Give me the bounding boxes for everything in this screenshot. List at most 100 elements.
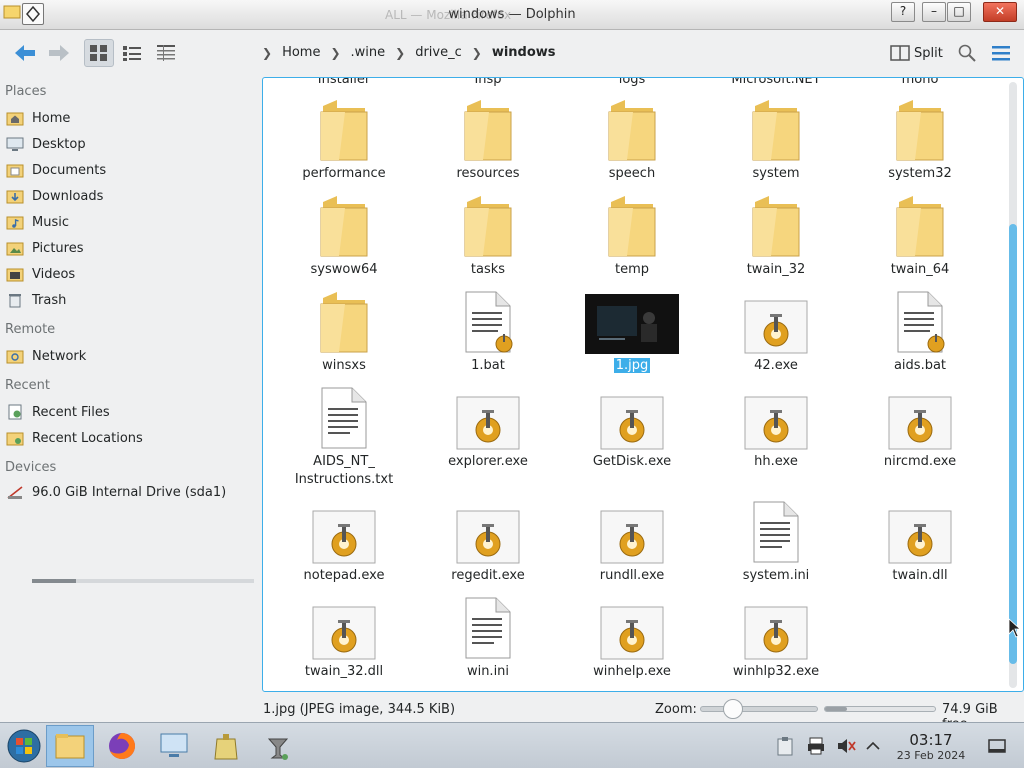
title-bar[interactable]: ALL — Mozilla Firefox windows — Dolphin … xyxy=(0,0,1024,30)
breadcrumb-wine[interactable]: .wine xyxy=(347,45,390,60)
volume-muted-icon[interactable] xyxy=(835,735,857,757)
show-desktop-icon[interactable] xyxy=(986,735,1008,757)
sidebar-item-recent-files[interactable]: Recent Files xyxy=(6,401,110,423)
taskbar-dolphin[interactable] xyxy=(46,725,94,767)
minimize-button[interactable]: – xyxy=(922,2,946,22)
taskbar-system-settings[interactable] xyxy=(150,725,198,767)
breadcrumb-drive-c[interactable]: drive_c xyxy=(411,45,466,60)
sidebar-item-recent-locations[interactable]: Recent Locations xyxy=(6,427,143,449)
cut-off-item-label[interactable]: Insp xyxy=(423,78,553,87)
search-button[interactable] xyxy=(952,39,982,67)
folder-item[interactable]: performance xyxy=(279,96,409,183)
icons-view-button[interactable] xyxy=(84,39,114,67)
folder-item[interactable]: temp xyxy=(567,192,697,279)
file-item[interactable]: regedit.exe xyxy=(423,498,553,585)
chevron-right-icon[interactable]: ❯ xyxy=(472,46,482,60)
vertical-scrollbar[interactable] xyxy=(1009,82,1017,688)
item-icon xyxy=(711,498,841,564)
file-item[interactable]: win.ini xyxy=(423,594,553,681)
maximize-button[interactable]: □ xyxy=(947,2,971,22)
clipboard-tray-icon[interactable] xyxy=(774,735,796,757)
file-item[interactable]: 1.bat xyxy=(423,288,553,375)
file-item[interactable]: explorer.exe xyxy=(423,384,553,471)
tray-expand-chevron-up-icon[interactable] xyxy=(862,735,884,757)
sidebar-item-videos[interactable]: Videos xyxy=(6,263,75,285)
executable-gear-icon xyxy=(312,606,376,660)
file-item[interactable]: hh.exe xyxy=(711,384,841,471)
cut-off-item-label[interactable]: Installer xyxy=(279,78,409,87)
music-folder-icon xyxy=(6,213,24,231)
sidebar-item-trash[interactable]: Trash xyxy=(6,289,66,311)
folder-item[interactable]: speech xyxy=(567,96,697,183)
file-manager-icon xyxy=(55,734,85,759)
file-item[interactable]: rundll.exe xyxy=(567,498,697,585)
cut-off-item-label[interactable]: mono xyxy=(855,78,985,87)
item-icon xyxy=(567,96,697,162)
printer-tray-icon[interactable] xyxy=(805,735,827,757)
help-button[interactable]: ? xyxy=(891,2,915,22)
file-item[interactable]: GetDisk.exe xyxy=(567,384,697,471)
file-item[interactable]: AIDS_NT_ Instructions.txt xyxy=(279,384,409,489)
file-item[interactable]: aids.bat xyxy=(855,288,985,375)
item-icon xyxy=(855,96,985,162)
file-item[interactable]: notepad.exe xyxy=(279,498,409,585)
chevron-right-icon[interactable]: ❯ xyxy=(395,46,405,60)
chevron-right-icon[interactable]: ❯ xyxy=(262,46,272,60)
sidebar-item-desktop[interactable]: Desktop xyxy=(6,133,86,155)
zoom-slider-handle[interactable] xyxy=(723,699,744,719)
file-view[interactable]: Installer Insp logs Microsoft.NET mono perfo… xyxy=(262,77,1024,692)
taskbar-wine[interactable] xyxy=(254,725,302,767)
compact-view-button[interactable] xyxy=(117,39,147,67)
sidebar-item-pictures[interactable]: Pictures xyxy=(6,237,83,259)
breadcrumb-home[interactable]: Home xyxy=(278,45,324,60)
folder-item[interactable]: system32 xyxy=(855,96,985,183)
folder-item[interactable]: resources xyxy=(423,96,553,183)
item-label: winsxs xyxy=(279,357,409,375)
clock[interactable]: 03:17 23 Feb 2024 xyxy=(886,732,976,763)
breadcrumb-windows[interactable]: windows xyxy=(488,45,560,60)
sidebar-item-network[interactable]: Network xyxy=(6,345,86,367)
folder-item[interactable]: twain_32 xyxy=(711,192,841,279)
item-name: regedit.exe xyxy=(451,568,525,583)
taskbar-firefox[interactable] xyxy=(98,725,146,767)
forward-button[interactable] xyxy=(44,39,74,67)
start-menu-button[interactable] xyxy=(0,725,48,767)
file-item[interactable]: winhelp.exe xyxy=(567,594,697,681)
executable-gear-icon xyxy=(456,510,520,564)
folder-item[interactable]: tasks xyxy=(423,192,553,279)
file-item[interactable]: system.ini xyxy=(711,498,841,585)
folder-item[interactable]: winsxs xyxy=(279,288,409,375)
file-item[interactable]: twain_32.dll xyxy=(279,594,409,681)
folder-icon xyxy=(752,196,800,257)
item-icon xyxy=(423,594,553,660)
file-item[interactable]: 1.jpg xyxy=(567,288,697,375)
folder-item[interactable]: syswow64 xyxy=(279,192,409,279)
zoom-slider[interactable] xyxy=(700,706,818,712)
chevron-right-icon[interactable]: ❯ xyxy=(330,46,340,60)
split-label: Split xyxy=(914,45,943,61)
sidebar-item-documents[interactable]: Documents xyxy=(6,159,106,181)
details-view-button[interactable] xyxy=(151,39,181,67)
folder-item[interactable]: twain_64 xyxy=(855,192,985,279)
hamburger-menu-icon xyxy=(992,46,1010,61)
menu-button[interactable] xyxy=(986,39,1016,67)
close-button[interactable]: ✕ xyxy=(983,2,1017,22)
taskbar-archive[interactable] xyxy=(202,725,250,767)
file-item[interactable]: 42.exe xyxy=(711,288,841,375)
sidebar-item-home[interactable]: Home xyxy=(6,107,70,129)
scrollbar-thumb[interactable] xyxy=(1009,224,1017,664)
back-button[interactable] xyxy=(10,39,40,67)
item-name: win.ini xyxy=(466,664,510,679)
devices-heading: Devices xyxy=(5,460,57,475)
file-item[interactable]: twain.dll xyxy=(855,498,985,585)
item-label: tasks xyxy=(423,261,553,279)
sidebar-item-music[interactable]: Music xyxy=(6,211,69,233)
sidebar-item-internal-drive[interactable]: 96.0 GiB Internal Drive (sda1) xyxy=(6,481,226,503)
cut-off-item-label[interactable]: Microsoft.NET xyxy=(711,78,841,87)
cut-off-item-label[interactable]: logs xyxy=(567,78,697,87)
sidebar-item-downloads[interactable]: Downloads xyxy=(6,185,103,207)
folder-item[interactable]: system xyxy=(711,96,841,183)
file-item[interactable]: nircmd.exe xyxy=(855,384,985,471)
file-item[interactable]: winhlp32.exe xyxy=(711,594,841,681)
split-button[interactable]: Split xyxy=(884,39,949,67)
